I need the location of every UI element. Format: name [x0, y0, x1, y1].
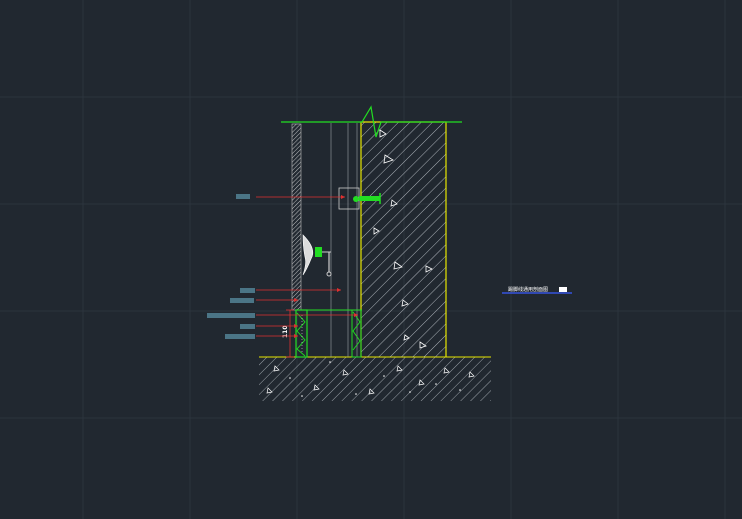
label-skirting-top: [207, 313, 255, 318]
section-title: 踢脚线通用剖面图: [502, 286, 572, 294]
section-title-text: 踢脚线通用剖面图: [508, 286, 548, 293]
annotation-arrowheads: [294, 195, 358, 338]
height-dimension: 110: [282, 309, 294, 358]
skirting-board: [295, 309, 362, 358]
floor-slab: [259, 356, 491, 401]
section-title-marker: [559, 287, 567, 292]
label-anchor-bolt: [236, 194, 250, 199]
panel-clip: [302, 234, 332, 277]
label-finish-panel: [240, 288, 255, 293]
label-skirting-base: [225, 334, 255, 339]
label-skirting-board: [240, 324, 255, 329]
label-substrate: [230, 298, 254, 303]
concrete-wall: [360, 121, 447, 357]
annotation-labels: [207, 194, 255, 339]
cad-drawing-canvas: 110 踢脚线通用剖面图: [0, 0, 742, 519]
